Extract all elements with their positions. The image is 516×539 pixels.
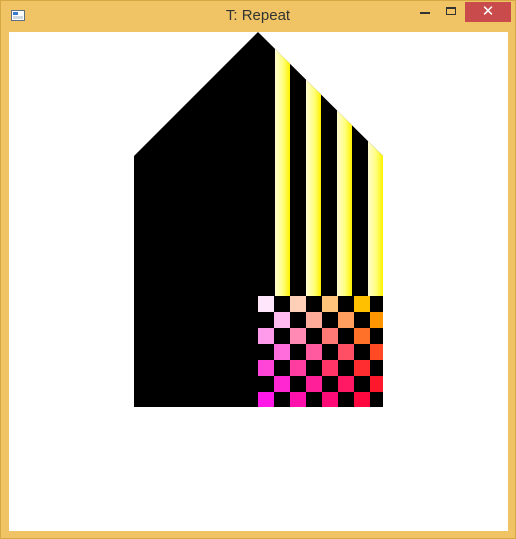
application-window: T: Repeat ✕	[0, 0, 516, 539]
house-shape-group	[134, 32, 383, 407]
close-button[interactable]: ✕	[465, 2, 511, 22]
repeat-drawing	[134, 32, 383, 407]
maximize-button[interactable]	[438, 2, 465, 22]
client-area	[9, 32, 508, 531]
yellow-stripe	[337, 32, 352, 296]
minimize-icon	[420, 12, 430, 14]
close-icon: ✕	[481, 2, 495, 20]
maximize-icon	[446, 7, 456, 15]
yellow-stripe	[306, 32, 321, 296]
yellow-stripe	[368, 32, 383, 296]
yellow-stripe	[275, 32, 290, 296]
minimize-button[interactable]	[412, 2, 438, 22]
title-bar[interactable]: T: Repeat ✕	[1, 1, 515, 31]
